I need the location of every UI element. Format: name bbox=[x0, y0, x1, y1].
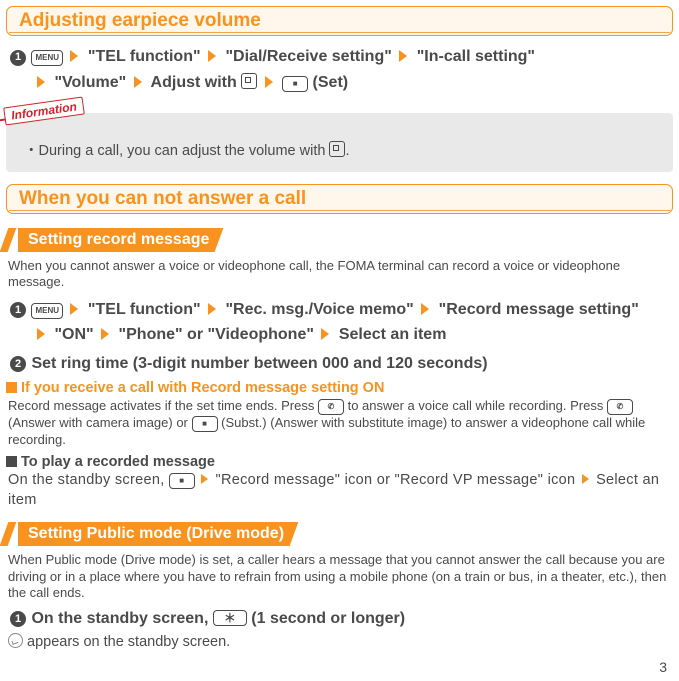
text-part: On the standby screen, bbox=[8, 472, 169, 488]
arrow-icon bbox=[208, 303, 216, 315]
arrow-icon bbox=[37, 328, 45, 340]
information-tag: Information bbox=[3, 97, 85, 126]
path-item: "Record message setting" bbox=[439, 301, 639, 318]
path-item: "ON" bbox=[54, 326, 93, 343]
path-item: "Rec. msg./Voice memo" bbox=[225, 301, 413, 318]
arrow-icon bbox=[201, 474, 208, 484]
menu-key-icon: MENU bbox=[31, 50, 63, 66]
public-mode-step-1: 1 On the standby screen, ＊ (1 second or … bbox=[10, 607, 669, 631]
section-header-cannot-answer: When you can not answer a call bbox=[6, 184, 673, 214]
arrow-icon bbox=[101, 328, 109, 340]
square-bullet-icon bbox=[6, 382, 17, 393]
subsection-public-mode: Setting Public mode (Drive mode) bbox=[18, 522, 298, 546]
text-part: to answer a voice call while recording. … bbox=[344, 398, 607, 413]
earpiece-step-1: 1 MENU "TEL function" "Dial/Receive sett… bbox=[10, 44, 669, 95]
play-body: On the standby screen, ■ "Record message… bbox=[8, 471, 671, 510]
info-text: ・During a call, you can adjust the volum… bbox=[24, 143, 329, 159]
step-number-1: 1 bbox=[10, 50, 26, 66]
path-item: "TEL function" bbox=[88, 48, 201, 65]
dpad-icon bbox=[329, 141, 345, 157]
one-second-label: (1 second or longer) bbox=[251, 610, 405, 627]
dpad-icon bbox=[241, 73, 257, 89]
public-mode-appears: appears on the standby screen. bbox=[8, 633, 671, 653]
path-item: "TEL function" bbox=[88, 301, 201, 318]
record-step-1: 1 MENU "TEL function" "Rec. msg./Voice m… bbox=[10, 297, 669, 348]
incoming-body: Record message activates if the set time… bbox=[8, 398, 671, 448]
step-number-1: 1 bbox=[10, 302, 26, 318]
text-part: "Record message" icon or "Record VP mess… bbox=[216, 472, 576, 488]
arrow-icon bbox=[265, 76, 273, 88]
menu-key-icon: MENU bbox=[31, 303, 63, 319]
information-tag-wrap: Information bbox=[3, 98, 84, 125]
car-indicator-icon bbox=[8, 633, 23, 648]
public-mode-intro: When Public mode (Drive mode) is set, a … bbox=[8, 552, 671, 601]
star-key-icon: ＊ bbox=[213, 610, 247, 626]
arrow-icon bbox=[582, 474, 589, 484]
play-subheader-text: To play a recorded message bbox=[21, 454, 215, 470]
incoming-subheader: If you receive a call with Record messag… bbox=[6, 380, 673, 396]
path-item: "Dial/Receive setting" bbox=[225, 48, 391, 65]
step-2-text: Set ring time (3-digit number between 00… bbox=[31, 355, 487, 372]
subsection-record-message: Setting record message bbox=[18, 228, 223, 252]
path-item: "Volume" bbox=[54, 74, 126, 91]
arrow-icon bbox=[399, 50, 407, 62]
text-part: Record message activates if the set time… bbox=[8, 398, 318, 413]
path-item: Adjust with bbox=[151, 74, 242, 91]
text-part: (Answer with camera image) or bbox=[8, 415, 192, 430]
step-number-2: 2 bbox=[10, 356, 26, 372]
record-intro-text: When you cannot answer a voice or videop… bbox=[8, 258, 671, 291]
arrow-icon bbox=[321, 328, 329, 340]
record-step-2: 2 Set ring time (3-digit number between … bbox=[10, 352, 669, 376]
arrow-icon bbox=[70, 50, 78, 62]
set-label: (Set) bbox=[308, 74, 348, 91]
path-item: "Phone" or "Videophone" bbox=[119, 326, 314, 343]
appears-text: appears on the standby screen. bbox=[23, 634, 230, 650]
step-prefix: On the standby screen, bbox=[31, 610, 212, 627]
set-key-icon: ■ bbox=[282, 76, 308, 92]
arrow-icon bbox=[37, 76, 45, 88]
arrow-icon bbox=[134, 76, 142, 88]
section-header-earpiece: Adjusting earpiece volume bbox=[6, 6, 673, 36]
call-key-icon: ✆ bbox=[318, 399, 344, 415]
arrow-icon bbox=[208, 50, 216, 62]
page-number: 3 bbox=[6, 659, 673, 675]
play-subheader: To play a recorded message bbox=[6, 454, 673, 470]
info-text-end: . bbox=[345, 143, 349, 159]
path-item: "In-call setting" bbox=[417, 48, 535, 65]
arrow-icon bbox=[70, 303, 78, 315]
path-item: Select an item bbox=[339, 326, 447, 343]
information-note: Information ・During a call, you can adju… bbox=[6, 113, 673, 172]
incoming-subheader-text: If you receive a call with Record messag… bbox=[21, 380, 384, 396]
call-key-icon: ✆ bbox=[607, 399, 633, 415]
square-bullet-icon bbox=[6, 456, 17, 467]
step-number-1: 1 bbox=[10, 611, 26, 627]
arrow-icon bbox=[421, 303, 429, 315]
square-key-icon: ■ bbox=[169, 473, 195, 489]
square-key-icon: ■ bbox=[192, 416, 218, 432]
